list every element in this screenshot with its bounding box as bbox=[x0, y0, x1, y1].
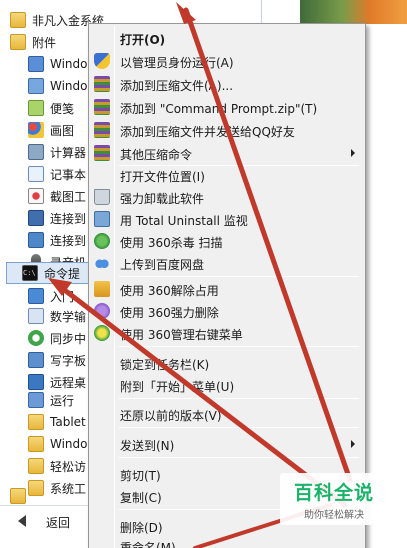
menu-separator bbox=[119, 398, 359, 399]
folder-icon bbox=[10, 488, 26, 504]
baidu-cloud-icon bbox=[94, 255, 110, 271]
baike-watermark: 百科全说 助你轻松解决 bbox=[280, 473, 388, 525]
start-item-windows-2[interactable]: Windo bbox=[28, 75, 88, 97]
start-item-command-prompt[interactable]: C:\ 命令提 bbox=[6, 262, 92, 284]
shield-icon bbox=[94, 53, 110, 69]
menu-item-send-to[interactable]: 发送到(N) bbox=[91, 433, 363, 455]
menu-item-add-to-archive[interactable]: 添加到压缩文件(A)... bbox=[91, 73, 363, 95]
calculator-icon bbox=[28, 144, 44, 160]
menu-item-restore-versions[interactable]: 还原以前的版本(V) bbox=[91, 403, 363, 425]
desktop-wallpaper bbox=[300, 0, 407, 24]
back-arrow-icon bbox=[18, 515, 26, 527]
rar-icon bbox=[94, 76, 110, 92]
start-item-wordpad[interactable]: 写字板 bbox=[28, 349, 88, 371]
start-item-math-input[interactable]: 数学输 bbox=[28, 305, 88, 327]
start-item-connect-network[interactable]: 连接到 bbox=[28, 229, 88, 251]
menu-item-360-manage-menu[interactable]: 使用 360管理右键菜单 bbox=[91, 322, 363, 344]
run-icon bbox=[28, 392, 44, 408]
folder-icon bbox=[28, 458, 44, 474]
start-item-getting-started[interactable]: 入门 bbox=[28, 285, 88, 307]
start-item-system-tools[interactable]: 系统工 bbox=[28, 477, 88, 499]
start-item-sync-center[interactable]: 同步中 bbox=[28, 327, 88, 349]
paint-icon bbox=[28, 122, 44, 138]
start-item-folder-partial[interactable] bbox=[10, 487, 34, 505]
menu-item-rename[interactable]: 重命名(M) bbox=[91, 535, 363, 548]
start-item-paint[interactable]: 画图 bbox=[28, 119, 88, 141]
trash-icon bbox=[94, 189, 110, 205]
menu-item-compress-send-qq[interactable]: 添加到压缩文件并发送给QQ好友 bbox=[91, 119, 363, 141]
start-item-notepad[interactable]: 记事本 bbox=[28, 163, 88, 185]
projector-icon bbox=[28, 210, 44, 226]
start-item-run[interactable]: 运行 bbox=[28, 389, 88, 411]
sync-icon bbox=[28, 330, 44, 346]
watermark-subtitle: 助你轻松解决 bbox=[304, 510, 364, 521]
unlock-icon bbox=[94, 281, 110, 297]
getting-started-icon bbox=[28, 288, 44, 304]
start-item-snipping-tool[interactable]: 截图工 bbox=[28, 185, 88, 207]
start-item-ease-of-access[interactable]: 轻松访 bbox=[28, 455, 88, 477]
menu-item-pin-start[interactable]: 附到「开始」菜单(U) bbox=[91, 374, 363, 396]
context-menu: 打开(O) 以管理员身份运行(A) 添加到压缩文件(A)... 添加到 "Com… bbox=[88, 23, 366, 548]
menu-separator bbox=[119, 276, 359, 277]
folder-icon bbox=[28, 436, 44, 452]
uninstall-icon bbox=[94, 211, 110, 227]
window-icon bbox=[28, 78, 44, 94]
menu-item-pin-taskbar[interactable]: 锁定到任务栏(K) bbox=[91, 352, 363, 374]
wordpad-icon bbox=[28, 352, 44, 368]
360-delete-icon bbox=[94, 303, 110, 319]
360-antivirus-icon bbox=[94, 233, 110, 249]
notepad-icon bbox=[28, 166, 44, 182]
remote-icon bbox=[28, 232, 44, 248]
360-manage-icon bbox=[94, 325, 110, 341]
menu-item-open[interactable]: 打开(O) bbox=[91, 27, 363, 49]
start-item-calculator[interactable]: 计算器 bbox=[28, 141, 88, 163]
menu-separator bbox=[119, 427, 359, 428]
folder-icon bbox=[10, 12, 26, 28]
scissors-icon bbox=[28, 188, 44, 204]
menu-item-run-as-admin[interactable]: 以管理员身份运行(A) bbox=[91, 50, 363, 72]
rar-icon bbox=[94, 99, 110, 115]
menu-item-other-compress[interactable]: 其他压缩命令 bbox=[91, 142, 363, 164]
menu-item-360-force-delete[interactable]: 使用 360强力删除 bbox=[91, 300, 363, 322]
menu-separator bbox=[119, 346, 359, 347]
menu-item-add-to-zip[interactable]: 添加到 "Command Prompt.zip"(T) bbox=[91, 96, 363, 118]
start-item-sticky-notes[interactable]: 便笺 bbox=[28, 97, 88, 119]
submenu-arrow-icon bbox=[351, 440, 355, 448]
math-icon bbox=[28, 308, 44, 324]
start-item-tablet-pc[interactable]: Tablet bbox=[28, 411, 88, 433]
window-icon bbox=[28, 56, 44, 72]
folder-icon bbox=[28, 414, 44, 430]
menu-item-360-unlock[interactable]: 使用 360解除占用 bbox=[91, 278, 363, 300]
menu-item-force-uninstall[interactable]: 强力卸载此软件 bbox=[91, 186, 363, 208]
menu-item-open-file-location[interactable]: 打开文件位置(I) bbox=[91, 164, 363, 186]
menu-item-total-uninstall[interactable]: 用 Total Uninstall 监视 bbox=[91, 208, 363, 230]
menu-item-baidu-upload[interactable]: 上传到百度网盘 bbox=[91, 252, 363, 274]
rar-icon bbox=[94, 122, 110, 138]
rar-icon bbox=[94, 145, 110, 161]
note-icon bbox=[28, 100, 44, 116]
start-item-connect-projector[interactable]: 连接到 bbox=[28, 207, 88, 229]
start-item-windows-1[interactable]: Windo bbox=[28, 53, 88, 75]
menu-separator bbox=[119, 457, 359, 458]
submenu-arrow-icon bbox=[351, 149, 355, 157]
remote-desktop-icon bbox=[28, 374, 44, 390]
folder-icon bbox=[10, 34, 26, 50]
cmd-icon: C:\ bbox=[22, 265, 38, 281]
start-item-windows-powershell[interactable]: Windo bbox=[28, 433, 88, 455]
menu-item-360-scan[interactable]: 使用 360杀毒 扫描 bbox=[91, 230, 363, 252]
watermark-title: 百科全说 bbox=[293, 482, 374, 504]
